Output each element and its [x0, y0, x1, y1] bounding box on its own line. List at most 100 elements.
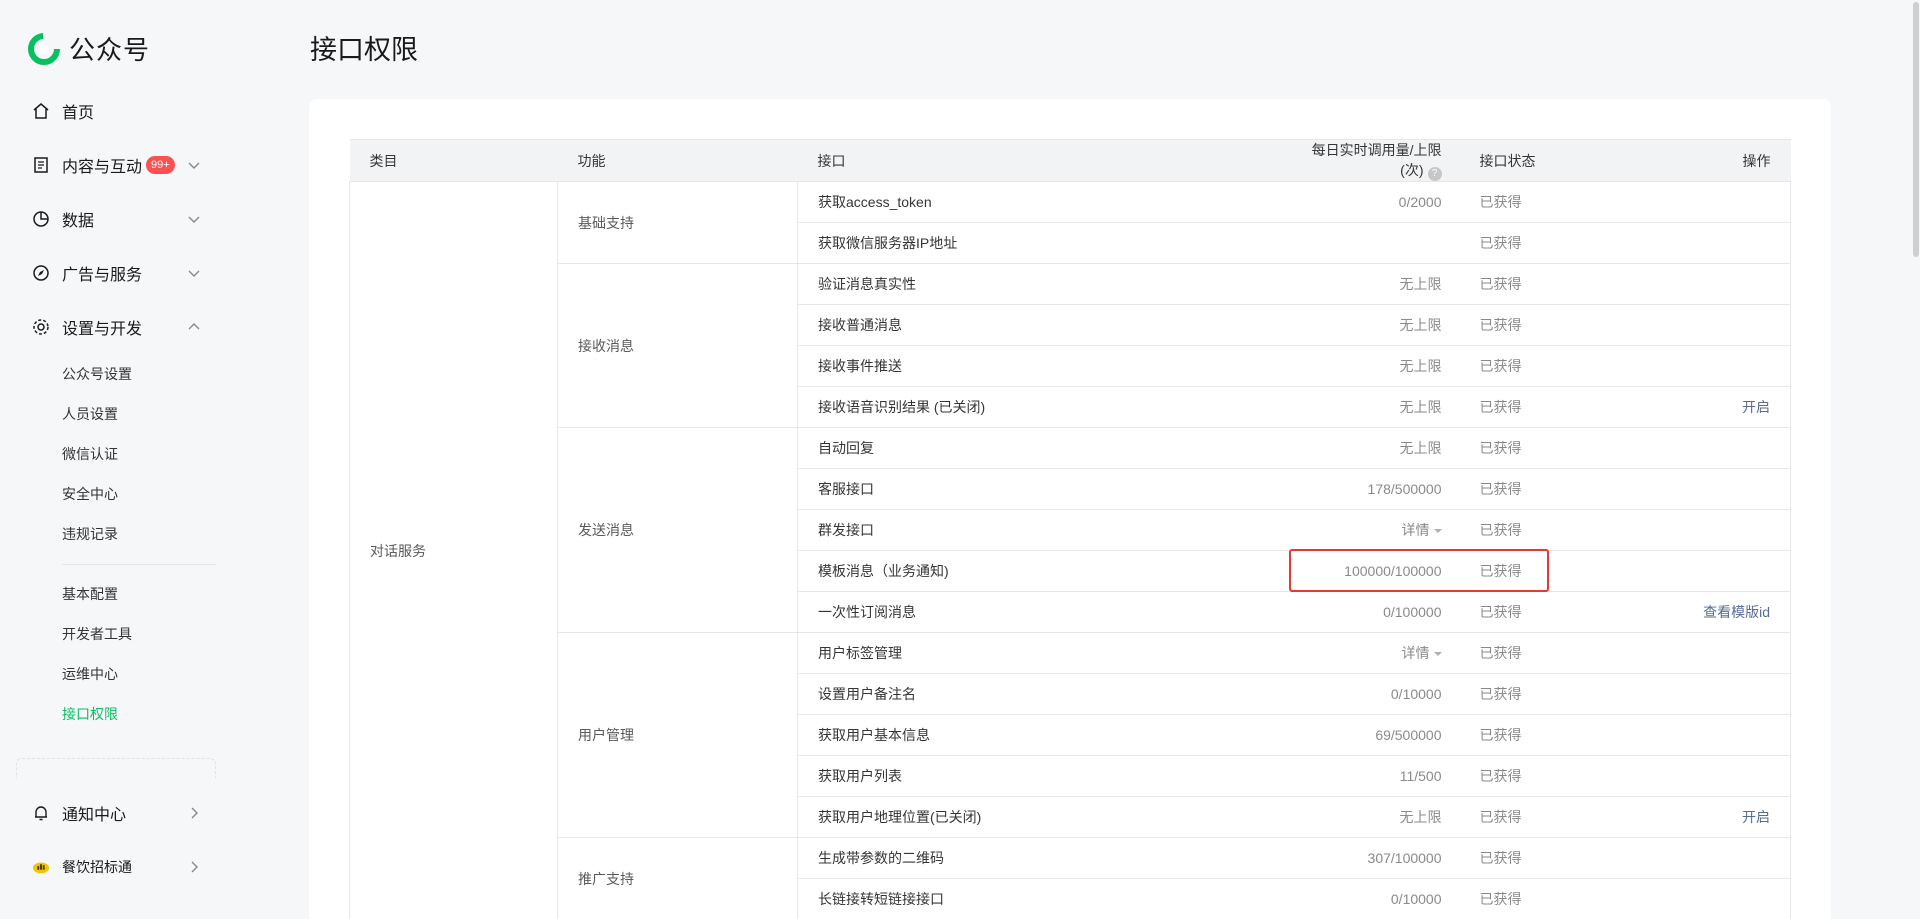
sub-item-wechat-verification[interactable]: 微信认证 — [62, 444, 118, 464]
page-scrollbar[interactable] — [1912, 0, 1920, 919]
usage-value: 无上限 — [1399, 809, 1442, 825]
function-cell: 基础支持 — [557, 181, 798, 264]
status-cell: 已获得 — [1449, 468, 1610, 510]
operation-cell — [1609, 181, 1791, 223]
nav-app-catering[interactable]: 餐饮招标通 — [32, 851, 202, 883]
usage-cell: 无上限 — [1277, 345, 1450, 387]
api-name-cell: 接收语音识别结果 (已关闭) — [797, 386, 1278, 428]
home-icon — [32, 102, 50, 120]
usage-value: 无上限 — [1399, 440, 1442, 456]
usage-cell: 69/500000 — [1277, 714, 1450, 756]
function-cell: 推广支持 — [557, 837, 798, 919]
page-title: 接口权限 — [310, 35, 418, 65]
operation-link[interactable]: 查看模版id — [1609, 591, 1791, 633]
function-cell: 发送消息 — [557, 427, 798, 633]
operation-link[interactable]: 开启 — [1609, 796, 1791, 838]
usage-value: 100000/100000 — [1344, 563, 1442, 579]
usage-value: 11/500 — [1399, 768, 1442, 784]
usage-cell: 无上限 — [1277, 263, 1450, 305]
status-cell: 已获得 — [1449, 509, 1610, 551]
usage-cell: 307/100000 — [1277, 837, 1450, 879]
operation-cell — [1609, 755, 1791, 797]
table-row: 推广支持 生成带参数的二维码 307/100000 已获得 — [350, 837, 1791, 919]
sidebar: 公众号 首页 内容与互动 99+ 数据 广告与服务 设置与开发 公众号设置 人员… — [0, 0, 240, 919]
operation-cell — [1609, 222, 1791, 264]
usage-value: 0/100000 — [1383, 604, 1442, 620]
header-function: 功能 — [557, 139, 798, 182]
sub-item-api-permissions[interactable]: 接口权限 — [62, 704, 118, 724]
usage-cell: 0/2000 — [1277, 181, 1450, 223]
sub-item-security-center[interactable]: 安全中心 — [62, 484, 118, 504]
usage-cell: 11/500 — [1277, 755, 1450, 797]
usage-value: 69/500000 — [1375, 727, 1442, 743]
sub-item-ops-center[interactable]: 运维中心 — [62, 664, 118, 684]
api-name-cell: 获取access_token — [797, 181, 1278, 223]
operation-link[interactable]: 开启 — [1609, 386, 1791, 428]
nav-home-label: 首页 — [62, 105, 95, 122]
table-row: 对话服务 基础支持 获取access_token 0/2000 已获得 — [349, 181, 1791, 919]
api-name-cell: 接收事件推送 — [797, 345, 1278, 387]
api-name-cell: 自动回复 — [797, 427, 1278, 469]
usage-value: 0/2000 — [1398, 194, 1442, 210]
nav-notifications[interactable]: 通知中心 — [32, 797, 202, 829]
caret-down-icon — [1433, 652, 1442, 656]
operation-cell — [1609, 632, 1791, 674]
operation-cell — [1609, 673, 1791, 715]
usage-value: 详情 — [1401, 522, 1430, 538]
usage-value: 无上限 — [1399, 358, 1442, 374]
operation-cell — [1609, 837, 1791, 879]
usage-value: 0/10000 — [1390, 686, 1442, 702]
nav-settings-label: 设置与开发 — [62, 321, 143, 338]
nav-data[interactable]: 数据 — [32, 203, 202, 235]
function-cell: 用户管理 — [557, 632, 798, 838]
sidebar-divider — [62, 564, 216, 565]
status-cell: 已获得 — [1449, 755, 1610, 797]
api-name-cell: 一次性订阅消息 — [797, 591, 1278, 633]
api-name-cell: 设置用户备注名 — [797, 673, 1278, 715]
sub-item-developer-tools[interactable]: 开发者工具 — [62, 624, 132, 644]
usage-cell: 无上限 — [1277, 386, 1450, 428]
api-name-cell: 长链接转短链接接口 — [797, 878, 1278, 919]
nav-settings-dev[interactable]: 设置与开发 — [32, 311, 202, 343]
chevron-up-icon — [188, 323, 200, 330]
sub-item-basic-config[interactable]: 基本配置 — [62, 584, 118, 604]
api-name-cell: 生成带参数的二维码 — [797, 837, 1278, 879]
document-icon — [32, 156, 50, 174]
sidebar-dashed-divider — [16, 758, 216, 778]
app-name: 公众号 — [69, 35, 151, 65]
operation-cell — [1609, 509, 1791, 551]
pie-chart-icon — [32, 210, 50, 228]
nav-ads-services[interactable]: 广告与服务 — [32, 257, 202, 289]
status-cell: 已获得 — [1449, 714, 1610, 756]
usage-value: 无上限 — [1399, 317, 1442, 333]
header-api: 接口 — [797, 139, 1278, 182]
usage-value: 无上限 — [1399, 276, 1442, 292]
status-cell: 已获得 — [1449, 427, 1610, 469]
status-cell: 已获得 — [1449, 386, 1610, 428]
sub-item-personnel-settings[interactable]: 人员设置 — [62, 404, 118, 424]
usage-cell[interactable]: 详情 — [1277, 632, 1450, 674]
help-icon[interactable]: ? — [1427, 167, 1442, 181]
nav-notifications-label: 通知中心 — [62, 807, 127, 824]
api-name-cell: 验证消息真实性 — [797, 263, 1278, 305]
category-cell: 对话服务 — [349, 181, 558, 919]
nav-ads-label: 广告与服务 — [62, 267, 143, 284]
chevron-right-icon — [191, 861, 198, 873]
header-usage: 每日实时调用量/上限(次)? — [1277, 139, 1450, 182]
api-name-cell: 获取用户地理位置(已关闭) — [797, 796, 1278, 838]
sub-item-account-settings[interactable]: 公众号设置 — [62, 364, 132, 384]
scrollbar-thumb[interactable] — [1913, 2, 1919, 257]
usage-cell[interactable]: 详情 — [1277, 509, 1450, 551]
sub-item-violation-records[interactable]: 违规记录 — [62, 524, 118, 544]
app-logo[interactable]: 公众号 — [27, 30, 150, 67]
api-name-cell: 模板消息（业务通知) — [797, 550, 1278, 592]
table-row: 发送消息 自动回复 无上限 已获得 — [350, 427, 1791, 633]
header-status: 接口状态 — [1449, 139, 1610, 182]
nav-home[interactable]: 首页 — [32, 95, 202, 127]
chevron-down-icon — [188, 216, 200, 223]
function-cell: 接收消息 — [557, 263, 798, 428]
usage-cell: 0/100000 — [1277, 591, 1450, 633]
wechat-official-logo-icon — [28, 32, 60, 65]
nav-content-interaction[interactable]: 内容与互动 99+ — [32, 149, 202, 181]
nav-data-label: 数据 — [62, 213, 95, 230]
